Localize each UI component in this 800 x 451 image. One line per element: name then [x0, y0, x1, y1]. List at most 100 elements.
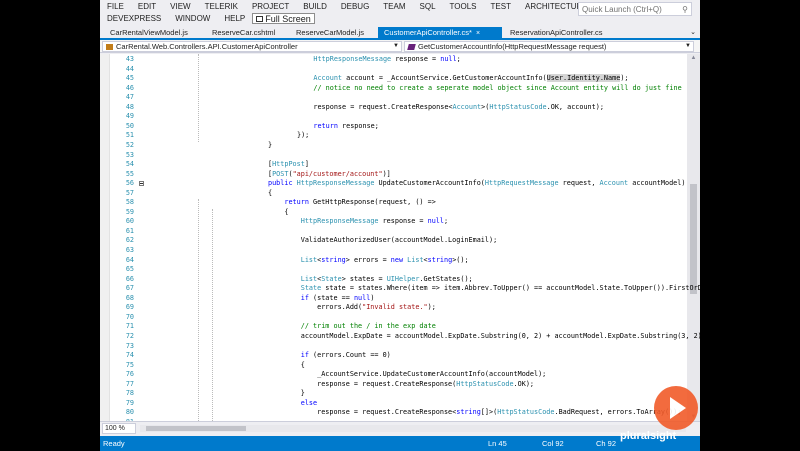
tab-overflow-icon[interactable]: ⌄: [690, 27, 696, 38]
code-token: .OK);: [513, 379, 535, 388]
code-token: HttpStatusCode: [489, 102, 547, 111]
code-token: else: [300, 398, 318, 407]
zoom-dropdown[interactable]: 100 %: [102, 423, 136, 434]
code-token: if: [300, 351, 309, 360]
code-token: new: [390, 255, 404, 264]
member-selector-value: GetCustomerAccountInfo(HttpRequestMessag…: [418, 42, 607, 51]
code-token: (state ==: [308, 293, 354, 302]
tab-reservationapicontroller-cs[interactable]: ReservationApiController.cs: [504, 27, 634, 38]
collapse-icon[interactable]: [139, 181, 144, 187]
search-icon: ⚲: [682, 4, 688, 14]
menu-item-help[interactable]: HELP: [221, 13, 248, 25]
tab-reservecar-cshtml[interactable]: ReserveCar.cshtml: [206, 27, 288, 38]
indent-guide: [198, 54, 199, 142]
menu-item-window[interactable]: WINDOW: [172, 13, 213, 25]
line-number: 46: [125, 83, 134, 92]
code-text: errors.Add("Invalid state.");: [268, 303, 436, 313]
tab-label: CustomerApiController.cs*: [384, 28, 472, 37]
code-token: []>(: [480, 408, 498, 417]
code-token: accountModel.ExpDate = accountModel.ExpD…: [268, 331, 700, 340]
code-token: response =: [378, 217, 428, 226]
code-token: Account: [599, 179, 629, 188]
line-number: 56: [125, 179, 134, 188]
tab-label: ReservationApiController.cs: [510, 28, 603, 37]
tab-carrentalviewmodel-js[interactable]: CarRentalViewModel.js: [104, 27, 204, 38]
code-token: response;: [337, 121, 379, 130]
type-selector-value: CarRental.Web.Controllers.API.CustomerAp…: [116, 42, 298, 51]
line-number: 61: [125, 226, 134, 235]
code-token: response =: [391, 55, 441, 63]
code-token: string: [321, 255, 346, 264]
chevron-down-icon: ▼: [393, 43, 399, 49]
menu-item-devexpress[interactable]: DEVEXPRESS: [104, 13, 164, 25]
menu-item-team[interactable]: TEAM: [380, 1, 408, 13]
tab-reservecarmodel-js[interactable]: ReserveCarModel.js: [290, 27, 376, 38]
code-token: UIHelper: [386, 274, 420, 283]
code-token: HttpResponseMessage: [296, 179, 375, 188]
member-selector-dropdown[interactable]: GetCustomerAccountInfo(HttpRequestMessag…: [404, 41, 694, 52]
close-icon[interactable]: ×: [476, 30, 480, 37]
menu-item-debug[interactable]: DEBUG: [338, 1, 372, 13]
code-token: (errors.Count == 0): [308, 351, 391, 360]
code-token: _AccountService.UpdateCustomerAccountInf…: [268, 370, 547, 379]
code-token: null: [440, 55, 457, 63]
full-screen-button[interactable]: Full Screen: [252, 13, 315, 24]
menu-item-view[interactable]: VIEW: [167, 1, 193, 13]
code-editor[interactable]: ▲ ▼ 43 HttpResponseMessage response = nu…: [100, 54, 700, 421]
menu-item-build[interactable]: BUILD: [300, 1, 330, 13]
menu-item-edit[interactable]: EDIT: [135, 1, 159, 13]
indent-guide: [212, 209, 213, 421]
play-icon[interactable]: [654, 386, 698, 430]
line-number: 73: [125, 341, 134, 350]
line-number: 47: [125, 93, 134, 102]
menu-row-primary: FILE EDIT VIEW TELERIK PROJECT BUILD DEBUG TEAM…: [104, 1, 649, 13]
code-token: );: [620, 74, 629, 83]
code-token: {: [268, 360, 305, 369]
code-token: state = states.Where(item => item.Abbrev…: [321, 284, 700, 293]
code-token: HttpStatusCode: [497, 408, 555, 417]
tab-customerapicontroller-cs[interactable]: CustomerApiController.cs* ×: [378, 27, 502, 38]
menu-item-sql[interactable]: SQL: [417, 1, 439, 13]
line-number: 54: [125, 160, 134, 169]
code-text: List<State> states = UIHelper.GetStates(…: [268, 275, 473, 285]
quick-launch-input[interactable]: Quick Launch (Ctrl+Q) ⚲: [578, 2, 692, 16]
type-selector-dropdown[interactable]: CarRental.Web.Controllers.API.CustomerAp…: [102, 41, 402, 52]
line-number: 58: [125, 198, 134, 207]
code-token: {: [268, 188, 273, 197]
line-number: 65: [125, 265, 134, 274]
tab-label: ReserveCarModel.js: [296, 28, 364, 37]
visual-studio-window: FILE EDIT VIEW TELERIK PROJECT BUILD DEBUG TEAM…: [100, 0, 700, 451]
code-token: HttpResponseMessage: [313, 55, 392, 63]
menu-item-test[interactable]: TEST: [488, 1, 514, 13]
scrollbar-thumb[interactable]: [690, 184, 697, 294]
horizontal-scrollbar[interactable]: [140, 425, 686, 432]
code-text: public HttpResponseMessage UpdateCustome…: [268, 179, 685, 189]
status-text: Ready: [103, 439, 125, 448]
line-number: 64: [125, 255, 134, 264]
line-number: 69: [125, 303, 134, 312]
line-number: 51: [125, 131, 134, 140]
line-number: 63: [125, 246, 134, 254]
menu-item-tools[interactable]: TOOLS: [447, 1, 480, 13]
status-char: Ch 92: [596, 439, 617, 448]
code-text: [POST("api/customer/account")]: [268, 170, 391, 180]
code-text: }: [268, 389, 305, 399]
menu-item-file[interactable]: FILE: [104, 1, 127, 13]
code-token: ]: [304, 160, 309, 169]
scrollbar-thumb[interactable]: [146, 426, 246, 431]
scroll-up-icon[interactable]: ▲: [687, 55, 700, 61]
code-token: > states =: [341, 274, 387, 283]
vertical-scrollbar[interactable]: ▲ ▼: [687, 54, 700, 421]
code-token: {: [268, 207, 289, 216]
menu-row-secondary: DEVEXPRESS WINDOW HELP Full Screen: [104, 13, 315, 25]
menu-item-project[interactable]: PROJECT: [249, 1, 292, 13]
code-text: HttpResponseMessage response = null;: [268, 217, 448, 227]
code-token: response = request.CreateResponse<: [297, 102, 453, 111]
menu-item-telerik[interactable]: TELERIK: [202, 1, 241, 13]
